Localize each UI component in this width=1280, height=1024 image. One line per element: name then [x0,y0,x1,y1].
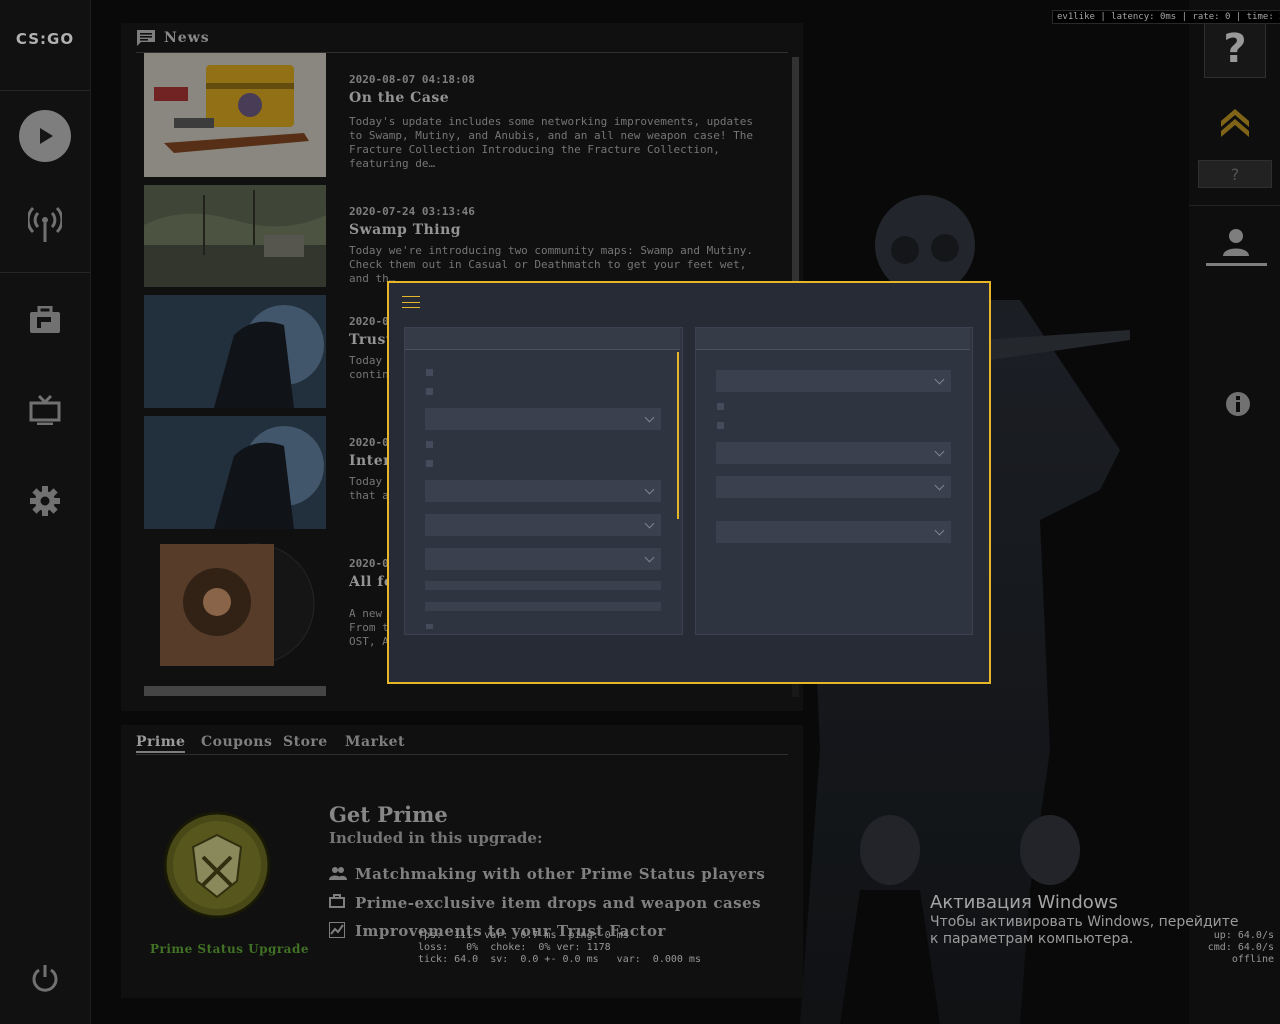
chevron-down-icon [934,446,945,457]
dropdown[interactable] [716,476,951,498]
slider[interactable] [425,581,661,590]
checkbox[interactable] [717,403,724,410]
checkbox[interactable] [426,388,433,395]
chevron-down-icon [644,484,655,495]
column-scrollbar-thumb[interactable] [677,352,679,519]
dropdown[interactable] [425,514,661,536]
column-header [405,328,680,350]
chevron-down-icon [644,412,655,423]
chevron-down-icon [934,525,945,536]
slider[interactable] [425,602,661,611]
dropdown[interactable] [425,480,661,502]
chevron-down-icon [934,374,945,385]
dropdown[interactable] [425,548,661,570]
checkbox[interactable] [426,441,433,448]
chevron-down-icon [644,552,655,563]
dropdown[interactable] [716,370,951,392]
checkbox[interactable] [426,460,433,467]
column-header [696,328,970,350]
checkbox[interactable] [717,422,724,429]
dropdown[interactable] [716,442,951,464]
hamburger-menu-icon[interactable] [402,294,420,310]
dropdown[interactable] [425,408,661,430]
chevron-down-icon [934,480,945,491]
checkbox[interactable] [426,624,433,629]
checkbox[interactable] [426,369,433,376]
dropdown[interactable] [716,521,951,543]
chevron-down-icon [644,518,655,529]
